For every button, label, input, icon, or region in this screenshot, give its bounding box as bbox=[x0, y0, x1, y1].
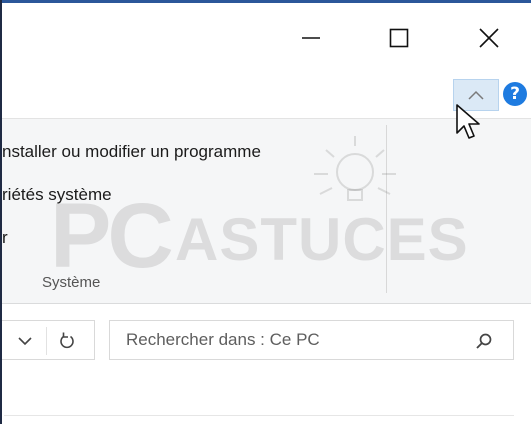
ribbon-body: nstaller ou modifier un programme riétés… bbox=[2, 118, 531, 304]
search-button[interactable] bbox=[474, 331, 494, 351]
address-separator bbox=[46, 327, 47, 355]
refresh-button[interactable] bbox=[55, 329, 79, 353]
explorer-window: ? nstaller ou modifier un programme riét… bbox=[0, 0, 531, 424]
chevron-up-icon bbox=[468, 90, 484, 100]
close-button[interactable] bbox=[466, 13, 512, 63]
chevron-down-icon bbox=[18, 337, 32, 346]
window-left-border bbox=[0, 0, 2, 424]
navigation-bar bbox=[2, 305, 531, 377]
title-bar bbox=[2, 3, 531, 75]
content-divider bbox=[4, 415, 514, 416]
ribbon-collapse-button[interactable] bbox=[453, 79, 499, 111]
ribbon-item-manage[interactable]: r bbox=[2, 228, 8, 248]
minimize-button[interactable] bbox=[288, 13, 334, 63]
address-dropdown-button[interactable] bbox=[14, 331, 36, 351]
maximize-button[interactable] bbox=[376, 13, 422, 63]
search-icon bbox=[476, 333, 492, 349]
content-area bbox=[2, 377, 531, 424]
ribbon-group-label-systeme: Système bbox=[42, 274, 101, 291]
ribbon-header: ? bbox=[2, 75, 531, 115]
address-bar[interactable] bbox=[2, 320, 95, 360]
help-button[interactable]: ? bbox=[503, 82, 527, 106]
maximize-icon bbox=[389, 28, 409, 48]
ribbon-item-system-properties[interactable]: riétés système bbox=[2, 185, 112, 205]
ribbon-item-install-program[interactable]: nstaller ou modifier un programme bbox=[2, 142, 261, 162]
minimize-icon bbox=[302, 37, 320, 39]
refresh-icon bbox=[60, 332, 74, 349]
ribbon-group-separator bbox=[386, 125, 387, 293]
search-input[interactable] bbox=[110, 321, 460, 359]
search-box[interactable] bbox=[109, 320, 514, 360]
close-icon bbox=[479, 28, 499, 48]
